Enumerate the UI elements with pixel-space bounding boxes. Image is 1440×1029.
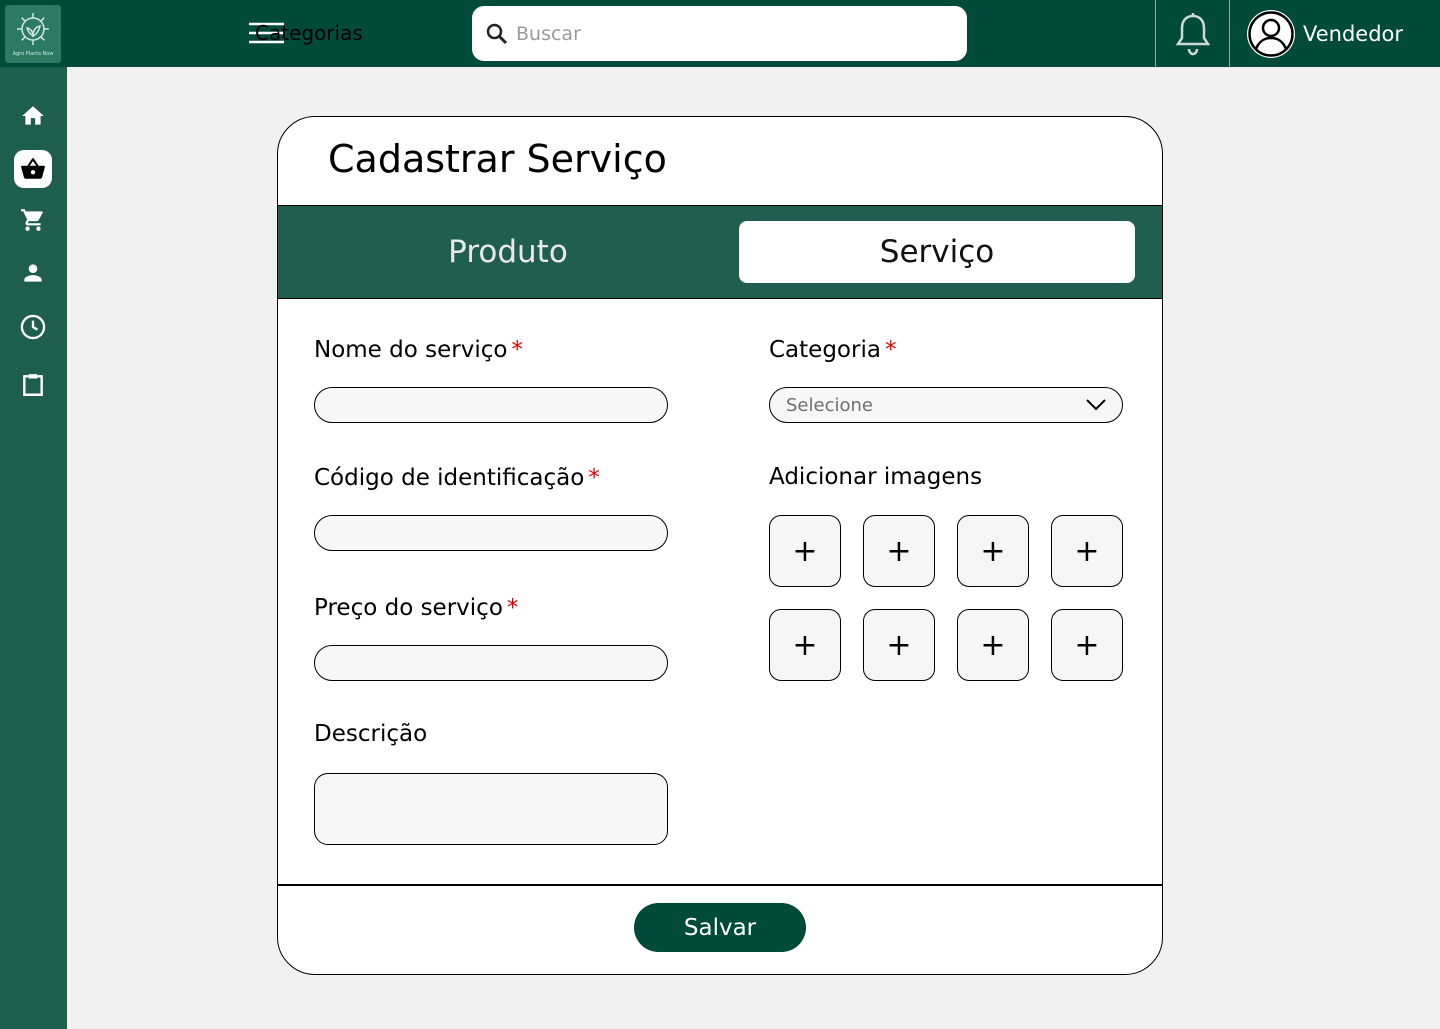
gear-leaf-icon bbox=[17, 13, 49, 45]
app-logo[interactable]: Agro Plants Now bbox=[5, 5, 61, 63]
search-icon bbox=[486, 23, 508, 44]
add-image-button[interactable]: + bbox=[769, 609, 841, 681]
topbar-divider bbox=[1229, 0, 1230, 67]
category-label-text: Categoria bbox=[769, 337, 881, 363]
id-code-input[interactable] bbox=[314, 515, 668, 551]
sidebar-item-profile[interactable] bbox=[14, 254, 52, 292]
id-code-label: Código de identificação * bbox=[314, 465, 600, 491]
service-price-input[interactable] bbox=[314, 645, 668, 681]
description-label: Descrição bbox=[314, 721, 428, 747]
sidebar-item-home[interactable] bbox=[14, 97, 52, 135]
add-image-button[interactable]: + bbox=[957, 515, 1029, 587]
add-image-button[interactable]: + bbox=[863, 515, 935, 587]
user-menu[interactable]: Vendedor bbox=[1247, 10, 1403, 58]
save-button[interactable]: Salvar bbox=[634, 903, 806, 952]
home-icon bbox=[22, 106, 44, 125]
bell-icon bbox=[1175, 13, 1211, 56]
required-mark: * bbox=[511, 337, 523, 363]
person-icon bbox=[24, 264, 42, 282]
sidebar-item-cart[interactable] bbox=[14, 201, 52, 239]
add-image-button[interactable]: + bbox=[863, 609, 935, 681]
search-input[interactable] bbox=[516, 22, 936, 45]
sidebar-item-basket[interactable] bbox=[14, 150, 52, 188]
avatar-icon bbox=[1247, 10, 1295, 58]
service-name-label-text: Nome do serviço bbox=[314, 337, 508, 363]
tab-servico[interactable]: Serviço bbox=[739, 221, 1135, 283]
register-service-card: Cadastrar Serviço Produto Serviço Nome d… bbox=[277, 116, 1163, 975]
service-price-label: Preço do serviço * bbox=[314, 595, 518, 621]
search-bar bbox=[472, 6, 967, 61]
category-label: Categoria * bbox=[769, 337, 896, 363]
category-selected-value: Selecione bbox=[786, 394, 873, 416]
logo-text: Agro Plants Now bbox=[12, 51, 54, 57]
clock-icon bbox=[20, 314, 46, 340]
clipboard-icon bbox=[23, 374, 43, 396]
service-price-label-text: Preço do serviço bbox=[314, 595, 503, 621]
id-code-label-text: Código de identificação bbox=[314, 465, 585, 491]
chevron-down-icon bbox=[1086, 399, 1106, 411]
service-name-input[interactable] bbox=[314, 387, 668, 423]
category-select[interactable]: Selecione bbox=[769, 387, 1123, 423]
add-images-label: Adicionar imagens bbox=[769, 464, 983, 490]
topbar-divider bbox=[1155, 0, 1156, 67]
service-name-label: Nome do serviço * bbox=[314, 337, 523, 363]
required-mark: * bbox=[506, 595, 519, 621]
sidebar bbox=[0, 67, 67, 1029]
categories-button[interactable]: Categorias bbox=[249, 18, 363, 48]
add-image-button[interactable]: + bbox=[1051, 609, 1123, 681]
add-image-button[interactable]: + bbox=[957, 609, 1029, 681]
add-image-button[interactable]: + bbox=[769, 515, 841, 587]
page-title: Cadastrar Serviço bbox=[328, 137, 667, 181]
footer-divider bbox=[278, 884, 1162, 886]
cart-icon bbox=[21, 209, 43, 231]
top-bar: Agro Plants Now Categorias Buscar Vended… bbox=[0, 0, 1440, 67]
tab-produto[interactable]: Produto bbox=[313, 221, 703, 283]
shopping-basket-icon bbox=[21, 158, 45, 179]
description-textarea[interactable] bbox=[314, 773, 668, 845]
required-mark: * bbox=[588, 465, 600, 491]
sidebar-item-orders[interactable] bbox=[14, 366, 52, 404]
required-mark: * bbox=[884, 337, 897, 363]
user-name: Vendedor bbox=[1303, 22, 1404, 46]
notifications-button[interactable] bbox=[1174, 12, 1212, 62]
sidebar-item-history[interactable] bbox=[14, 308, 52, 346]
categories-label: Categorias bbox=[255, 21, 363, 45]
type-tabs: Produto Serviço bbox=[278, 205, 1162, 299]
add-image-button[interactable]: + bbox=[1051, 515, 1123, 587]
